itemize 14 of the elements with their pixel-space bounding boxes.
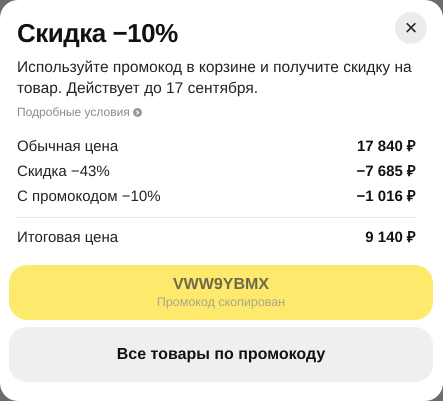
description-text: Используйте промокод в корзине и получите скидку на товар. Действует до 17 сентября. [17,58,413,99]
all-products-button[interactable]: Все товары по промокоду [9,327,433,382]
total-label: Итоговая цена [17,228,118,248]
total-value: 9 140 ₽ [365,228,416,248]
price-label: С промокодом −10% [17,187,161,207]
price-label: Обычная цена [17,137,118,157]
dialog-title: Скидка −10% [17,18,178,49]
price-value: −1 016 ₽ [356,187,416,207]
price-value: −7 685 ₽ [356,162,416,182]
price-label: Скидка −43% [17,162,110,182]
chevron-circle-icon [132,108,142,116]
price-value: 17 840 ₽ [356,137,416,157]
close-button[interactable]: × [395,12,427,44]
promo-code-button[interactable]: VWW9YBMX Промокод скопирован [9,265,433,320]
